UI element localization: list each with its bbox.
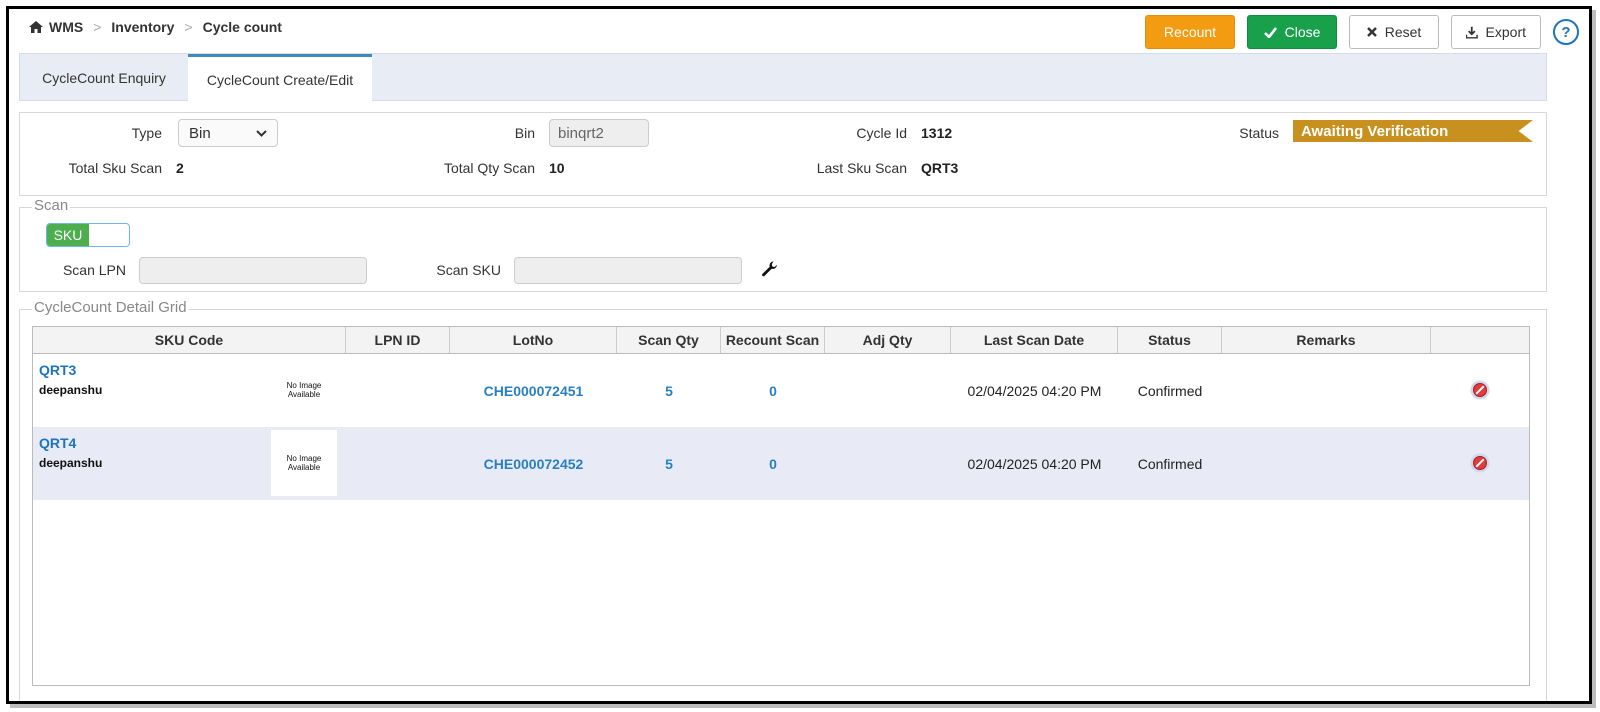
lot-link[interactable]: CHE000072452 (450, 427, 617, 500)
last-sku-scan-value: QRT3 (921, 160, 959, 176)
column-header-lotno[interactable]: LotNo (450, 327, 617, 353)
lot-link[interactable]: CHE000072451 (450, 354, 617, 427)
total-qty-scan-value: 10 (549, 160, 565, 176)
recount-scan-link[interactable]: 0 (721, 354, 825, 427)
breadcrumb-inventory[interactable]: Inventory (111, 19, 174, 35)
check-icon (1263, 26, 1277, 38)
reset-label: Reset (1384, 24, 1422, 40)
scan-lpn-label: Scan LPN (62, 262, 126, 278)
column-header-adj-qty[interactable]: Adj Qty (825, 327, 951, 353)
column-header-lpn-id[interactable]: LPN ID (346, 327, 450, 353)
home-icon[interactable] (29, 21, 43, 33)
breadcrumb-separator: > (184, 19, 193, 35)
breadcrumb-cycle-count: Cycle count (202, 19, 282, 35)
tab-cyclecount-enquiry[interactable]: CycleCount Enquiry (20, 54, 188, 102)
download-icon (1466, 26, 1478, 39)
delete-icon[interactable] (1470, 380, 1490, 400)
cyclecount-detail-section: CycleCount Detail Grid SKU Code LPN ID L… (19, 299, 1547, 701)
remarks-cell (1222, 427, 1431, 500)
no-image-text: No Image (286, 454, 322, 463)
type-select[interactable]: Bin (178, 119, 278, 147)
scan-lpn-input[interactable] (139, 257, 367, 284)
last-scan-date-cell: 02/04/2025 04:20 PM (967, 382, 1102, 399)
chevron-down-icon (256, 129, 267, 137)
recount-label: Recount (1163, 24, 1217, 40)
help-icon[interactable]: ? (1553, 19, 1579, 45)
table-row[interactable]: QRT4 deepanshu No Image Available CHE000… (33, 427, 1529, 500)
cycle-id-value: 1312 (921, 125, 953, 141)
bin-label: Bin (514, 125, 535, 141)
column-header-remarks[interactable]: Remarks (1222, 327, 1431, 353)
type-value: Bin (189, 124, 211, 142)
scan-qty-link[interactable]: 5 (617, 427, 721, 500)
breadcrumb-separator: > (93, 19, 102, 35)
tab-cyclecount-create-edit[interactable]: CycleCount Create/Edit (188, 54, 372, 102)
close-button[interactable]: Close (1247, 15, 1337, 49)
no-image-text: Available (287, 390, 321, 399)
adj-qty-cell (825, 427, 951, 500)
recount-scan-link[interactable]: 0 (721, 427, 825, 500)
close-label: Close (1284, 24, 1321, 40)
breadcrumb: WMS > Inventory > Cycle count (29, 19, 282, 35)
delete-icon[interactable] (1470, 453, 1490, 473)
sku-thumbnail: No Image Available (271, 357, 337, 423)
status-label: Status (1239, 125, 1279, 141)
adj-qty-cell (825, 354, 951, 427)
lpn-cell (346, 427, 450, 500)
x-icon (1366, 27, 1377, 37)
scan-legend: Scan (32, 197, 71, 214)
header: WMS > Inventory > Cycle count Recount Cl… (9, 9, 1589, 59)
type-label: Type (131, 125, 162, 141)
column-header-last-scan-date[interactable]: Last Scan Date (951, 327, 1118, 353)
sku-thumbnail: No Image Available (271, 430, 337, 496)
cycle-id-label: Cycle Id (856, 125, 907, 141)
breadcrumb-home[interactable]: WMS (49, 19, 83, 35)
scan-sku-label: Scan SKU (436, 262, 501, 278)
lpn-cell (346, 354, 450, 427)
total-sku-scan-label: Total Sku Scan (68, 160, 162, 176)
column-header-status[interactable]: Status (1118, 327, 1222, 353)
column-header-recount-scan[interactable]: Recount Scan (721, 327, 825, 353)
grid-legend: CycleCount Detail Grid (32, 299, 189, 316)
wrench-icon[interactable] (761, 260, 779, 278)
column-header-sku-code[interactable]: SKU Code (33, 327, 346, 353)
app-window: WMS > Inventory > Cycle count Recount Cl… (6, 6, 1592, 704)
scan-qty-link[interactable]: 5 (617, 354, 721, 427)
no-image-text: No Image (286, 381, 322, 390)
no-image-text: Available (287, 463, 321, 472)
sku-description: deepanshu (39, 456, 103, 470)
export-button[interactable]: Export (1451, 15, 1541, 49)
reset-button[interactable]: Reset (1349, 15, 1439, 49)
status-cell: Confirmed (1137, 382, 1203, 399)
export-label: Export (1485, 24, 1526, 40)
last-sku-scan-label: Last Sku Scan (816, 160, 907, 176)
scan-section: Scan SKU Scan LPN Scan SKU (19, 197, 1547, 292)
status-badge: Awaiting Verification (1293, 120, 1533, 142)
column-header-actions (1431, 327, 1529, 353)
scan-sku-input[interactable] (514, 257, 742, 284)
cycle-info-panel: Type Bin Bin binqrt2 Cycle Id 1312 Statu… (19, 112, 1547, 196)
sku-toggle-label: SKU (47, 224, 89, 246)
total-qty-scan-label: Total Qty Scan (443, 160, 535, 176)
sku-toggle[interactable]: SKU (46, 223, 130, 247)
last-scan-date-cell: 02/04/2025 04:20 PM (967, 455, 1102, 472)
status-cell: Confirmed (1137, 455, 1203, 472)
toolbar: Recount Close Reset Export ? (1133, 15, 1579, 49)
column-header-scan-qty[interactable]: Scan Qty (617, 327, 721, 353)
tab-bar: CycleCount Enquiry CycleCount Create/Edi… (19, 53, 1547, 102)
cyclecount-detail-grid: SKU Code LPN ID LotNo Scan Qty Recount S… (32, 326, 1530, 686)
sku-code-link[interactable]: QRT4 (39, 435, 76, 451)
remarks-cell (1222, 354, 1431, 427)
recount-button[interactable]: Recount (1145, 15, 1235, 49)
grid-header: SKU Code LPN ID LotNo Scan Qty Recount S… (33, 327, 1529, 354)
table-row[interactable]: QRT3 deepanshu No Image Available CHE000… (33, 354, 1529, 427)
bin-field[interactable]: binqrt2 (549, 119, 649, 147)
sku-description: deepanshu (39, 383, 103, 397)
sku-code-link[interactable]: QRT3 (39, 362, 76, 378)
total-sku-scan-value: 2 (176, 160, 184, 176)
